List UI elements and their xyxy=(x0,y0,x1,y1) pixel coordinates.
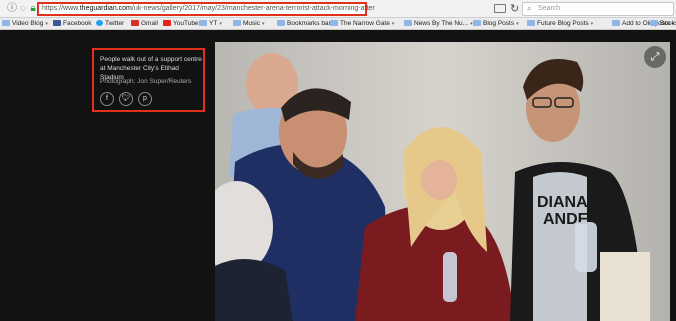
bookmark-twitter[interactable]: Twitter xyxy=(96,19,124,29)
bookmark-label: Gmail xyxy=(141,20,158,27)
bookmark-blog-posts[interactable]: Blog Posts ▾ xyxy=(473,19,519,29)
bookmark-label: YT xyxy=(209,20,218,27)
bookmark-label: Blog Posts xyxy=(483,20,515,27)
tw-icon xyxy=(96,20,103,26)
search-icon: ⌕ xyxy=(527,4,532,13)
gm-icon xyxy=(131,20,139,26)
folder-icon xyxy=(233,20,241,26)
facebook-share-icon[interactable]: f xyxy=(100,92,114,106)
bookmark-label: Twitter xyxy=(105,20,125,27)
bookmark-label: News By The Nu... xyxy=(414,20,469,27)
shirt-print: DIANA xyxy=(537,194,588,211)
bookmark-future-blog-posts[interactable]: Future Blog Posts ▾ xyxy=(527,19,593,29)
chevron-down-icon: ▾ xyxy=(219,21,222,27)
folder-icon xyxy=(330,20,338,26)
bookmark-bookmarks-bar[interactable]: Bookmarks bar▾ xyxy=(277,19,335,29)
chevron-down-icon: ▾ xyxy=(590,21,594,27)
folder-icon xyxy=(473,20,481,26)
search-input[interactable]: ⌕ Search xyxy=(522,2,674,16)
bookmark-label: The Narrow Gate xyxy=(340,20,390,27)
reload-icon[interactable]: ↻ xyxy=(510,2,519,15)
chevron-down-icon: ▾ xyxy=(45,21,48,27)
bookmark-the-narrow-gate[interactable]: The Narrow Gate ▾ xyxy=(330,19,394,29)
gallery-photo: DIANA ANDE ⤢ xyxy=(215,42,670,321)
url-path: /uk-news/gallery/2017/may/23/manchester-… xyxy=(131,5,375,12)
bookmarks-bar: Video Blog ▾ Facebook Twitter Gmail YouTube YT… xyxy=(0,18,676,30)
folder-icon xyxy=(527,20,535,26)
folder-icon xyxy=(2,20,10,26)
bookmark-label: Facebook xyxy=(63,20,92,27)
caption-panel: People walk out of a support centre at M… xyxy=(92,48,205,112)
url-prefix: https://www. xyxy=(42,5,80,12)
bookmark-yt[interactable]: YT ▾ xyxy=(199,19,222,29)
url-domain: theguardian.com xyxy=(79,5,132,12)
folder-icon xyxy=(277,20,285,26)
search-placeholder: Search xyxy=(538,5,561,12)
pinterest-share-icon[interactable]: p xyxy=(138,92,152,106)
bookmark-books[interactable]: Books▾ xyxy=(650,19,676,29)
address-bar[interactable]: https://www.theguardian.com/uk-news/gall… xyxy=(37,2,375,16)
bookmark-video-blog[interactable]: Video Blog ▾ xyxy=(2,19,48,29)
yt-icon xyxy=(163,20,171,26)
bookmark-label: Music xyxy=(243,20,260,27)
folder-icon xyxy=(612,20,620,26)
bookmark-facebook[interactable]: Facebook xyxy=(53,19,92,29)
fb-icon xyxy=(53,20,61,26)
bookmark-label: Future Blog Posts xyxy=(537,20,589,27)
bookmark-label: Books xyxy=(660,20,676,27)
bookmark-label: YouTube xyxy=(173,20,199,27)
chevron-down-icon: ▾ xyxy=(391,21,395,27)
chevron-down-icon: ▾ xyxy=(516,21,519,27)
bookmark-news-by-the-nu[interactable]: News By The Nu... ▾ xyxy=(404,19,473,29)
folder-icon xyxy=(404,20,412,26)
gallery-page: People walk out of a support centre at M… xyxy=(0,31,676,321)
photo-illustration: DIANA ANDE xyxy=(215,42,670,321)
folder-icon xyxy=(650,20,658,26)
chevron-down-icon: ▾ xyxy=(261,21,265,27)
bookmark-youtube[interactable]: YouTube xyxy=(163,19,199,29)
reader-view-icon[interactable] xyxy=(494,4,506,13)
expand-icon[interactable]: ⤢ xyxy=(644,46,666,68)
folder-icon xyxy=(199,20,207,26)
photo-credit: Photograph: Jon Super/Reuters xyxy=(100,78,192,85)
browser-toolbar: ⓘ ◌ 🔒︎ https://www.theguardian.com/uk-ne… xyxy=(0,0,676,18)
bookmark-gmail[interactable]: Gmail xyxy=(131,19,158,29)
url-text[interactable]: https://www.theguardian.com/uk-news/gall… xyxy=(42,4,375,14)
bookmark-label: Video Blog xyxy=(12,20,44,27)
bookmark-label: Bookmarks bar xyxy=(287,20,331,27)
twitter-share-icon[interactable]: 🐦︎ xyxy=(119,92,133,106)
bookmark-music[interactable]: Music ▾ xyxy=(233,19,265,29)
